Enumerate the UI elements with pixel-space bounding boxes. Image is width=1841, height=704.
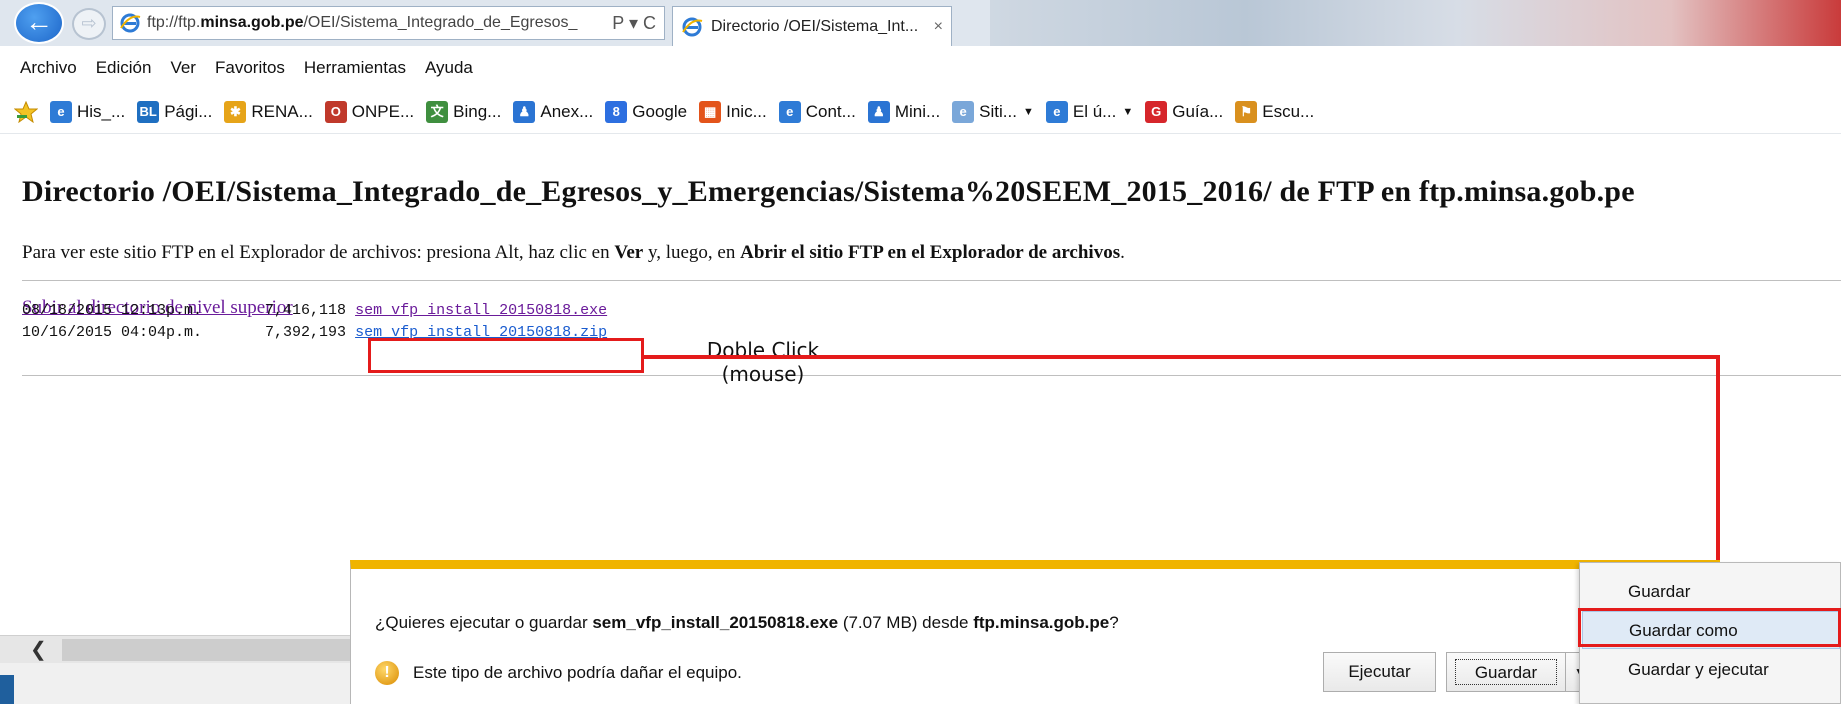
favorite-item[interactable]: e Cont... — [778, 100, 856, 123]
guia-icon: G — [1145, 100, 1168, 123]
divider — [22, 280, 1841, 281]
annotation-highlight-guardar-como — [1578, 608, 1841, 647]
instructions-text: Para ver este sitio FTP en el Explorador… — [22, 242, 1125, 263]
annotation-highlight-exe — [368, 338, 644, 373]
favorite-item[interactable]: ⚑ Escu... — [1235, 100, 1315, 123]
desktop-background-strip — [990, 0, 1841, 46]
horizontal-scrollbar[interactable]: ❮ — [0, 635, 350, 663]
address-bar[interactable]: ftp://ftp.minsa.gob.pe/OEI/Sistema_Integ… — [112, 6, 665, 40]
ie-icon — [682, 17, 703, 36]
translate-icon: 文 — [426, 100, 449, 123]
favorite-item[interactable]: O ONPE... — [324, 100, 415, 123]
star-add-icon — [14, 100, 38, 123]
windows-icon: ▦ — [699, 100, 722, 123]
school-icon: ⚑ — [1235, 100, 1258, 123]
ie-icon — [120, 13, 141, 33]
file-row: 08/18/2015 12:13p.m. 7,416,118 sem vfp i… — [22, 302, 607, 319]
add-favorite-button[interactable] — [14, 100, 38, 123]
menu-favoritos[interactable]: Favoritos — [215, 58, 285, 78]
menu-item-guardar-y-ejecutar[interactable]: Guardar y ejecutar — [1582, 651, 1840, 689]
favorite-label: RENA... — [251, 101, 313, 121]
person-icon: ♟ — [513, 100, 536, 123]
file-size: 7,416,118 — [265, 302, 347, 319]
annotation-callout: Doble Click (mouse) — [688, 338, 838, 386]
favorite-item[interactable]: ♟ Anex... — [513, 100, 594, 123]
favorite-item[interactable]: e Siti... ▼ — [952, 100, 1034, 123]
reniec-icon: ✱ — [224, 100, 247, 123]
status-area — [0, 663, 350, 704]
save-button-label: Guardar — [1455, 659, 1557, 685]
run-button[interactable]: Ejecutar — [1323, 652, 1436, 692]
scrollbar-thumb[interactable] — [62, 639, 350, 661]
favorite-label: His_... — [77, 101, 126, 121]
favorite-label: Pági... — [164, 101, 213, 121]
favorite-label: Mini... — [894, 101, 941, 121]
favorite-item[interactable]: 文 Bing... — [426, 100, 502, 123]
download-warning: Este tipo de archivo podría dañar el equ… — [413, 663, 742, 682]
favorite-item[interactable]: e His_... — [50, 100, 126, 123]
file-link-exe[interactable]: sem vfp install 20150818.exe — [355, 302, 607, 319]
favorite-item[interactable]: G Guía... — [1145, 100, 1224, 123]
tab-title: Directorio /OEI/Sistema_Int... — [711, 17, 919, 35]
callout-line-2: (mouse) — [721, 362, 805, 386]
divider — [22, 375, 1841, 376]
search-refresh-icons[interactable]: Ρ ▾ C — [604, 13, 664, 34]
forward-button[interactable]: ⇨ — [72, 8, 106, 40]
close-tab-icon[interactable]: × — [926, 18, 951, 36]
menu-ver[interactable]: Ver — [170, 58, 196, 78]
onpe-icon: O — [324, 100, 347, 123]
ie-icon: e — [778, 100, 801, 123]
file-date: 10/16/2015 04:04p.m. — [22, 324, 203, 341]
favorite-item[interactable]: ▦ Inic... — [699, 100, 767, 123]
menu-bar: Archivo Edición Ver Favoritos Herramient… — [0, 46, 1841, 90]
favorite-label: Google — [632, 101, 688, 121]
chevron-down-icon[interactable]: ▼ — [1122, 106, 1133, 118]
favorite-item[interactable]: ♟ Mini... — [867, 100, 941, 123]
menu-herramientas[interactable]: Herramientas — [304, 58, 406, 78]
back-arrow-icon: ← — [25, 6, 53, 37]
menu-edicion[interactable]: Edición — [96, 58, 152, 78]
chevron-down-icon[interactable]: ▼ — [1023, 106, 1034, 118]
file-date: 08/18/2015 12:13p.m. — [22, 302, 203, 319]
page-title: Directorio /OEI/Sistema_Integrado_de_Egr… — [22, 175, 1635, 208]
tab-directorio[interactable]: Directorio /OEI/Sistema_Int... × — [672, 6, 952, 46]
menu-ayuda[interactable]: Ayuda — [425, 58, 473, 78]
shield-warning-icon: ! — [375, 661, 399, 685]
favorite-label: Escu... — [1262, 101, 1315, 121]
google-icon: 8 — [605, 100, 628, 123]
favorite-item[interactable]: 8 Google — [605, 100, 688, 123]
favorite-item[interactable]: ✱ RENA... — [224, 100, 313, 123]
download-notification-bar: ¿Quieres ejecutar o guardar sem_vfp_inst… — [350, 560, 1720, 704]
favorite-label: ONPE... — [351, 101, 415, 121]
favorite-item[interactable]: e El ú... ▼ — [1045, 100, 1133, 123]
menu-item-guardar[interactable]: Guardar — [1582, 573, 1840, 611]
favorite-label: El ú... — [1072, 101, 1117, 121]
menu-archivo[interactable]: Archivo — [20, 58, 77, 78]
file-size: 7,392,193 — [265, 324, 347, 341]
favorites-bar: e His_... BL Pági... ✱ RENA... O ONPE... 文 Bing..… — [0, 90, 1841, 134]
callout-line-1: Doble Click — [706, 338, 820, 362]
favorite-label: Anex... — [540, 101, 594, 121]
favorite-label: Guía... — [1172, 101, 1224, 121]
ie-icon: e — [1045, 100, 1068, 123]
favorite-label: Inic... — [726, 101, 767, 121]
favorite-label: Cont... — [805, 101, 856, 121]
forward-arrow-icon: ⇨ — [81, 13, 97, 33]
back-button[interactable]: ← — [14, 2, 64, 44]
taskbar-corner — [0, 675, 14, 704]
person-icon: ♟ — [867, 100, 890, 123]
bl-icon: BL — [137, 100, 160, 123]
scroll-left-icon[interactable]: ❮ — [30, 636, 47, 664]
ie-icon: e — [50, 100, 72, 123]
favorite-label: Siti... — [979, 101, 1017, 121]
address-url[interactable]: ftp://ftp.minsa.gob.pe/OEI/Sistema_Integ… — [147, 14, 604, 32]
download-question: ¿Quieres ejecutar o guardar sem_vfp_inst… — [375, 613, 1119, 632]
favorite-item[interactable]: BL Pági... — [137, 100, 213, 123]
save-button[interactable]: Guardar — [1446, 652, 1566, 692]
favorite-label: Bing... — [453, 101, 502, 121]
ie-icon: e — [952, 100, 975, 123]
